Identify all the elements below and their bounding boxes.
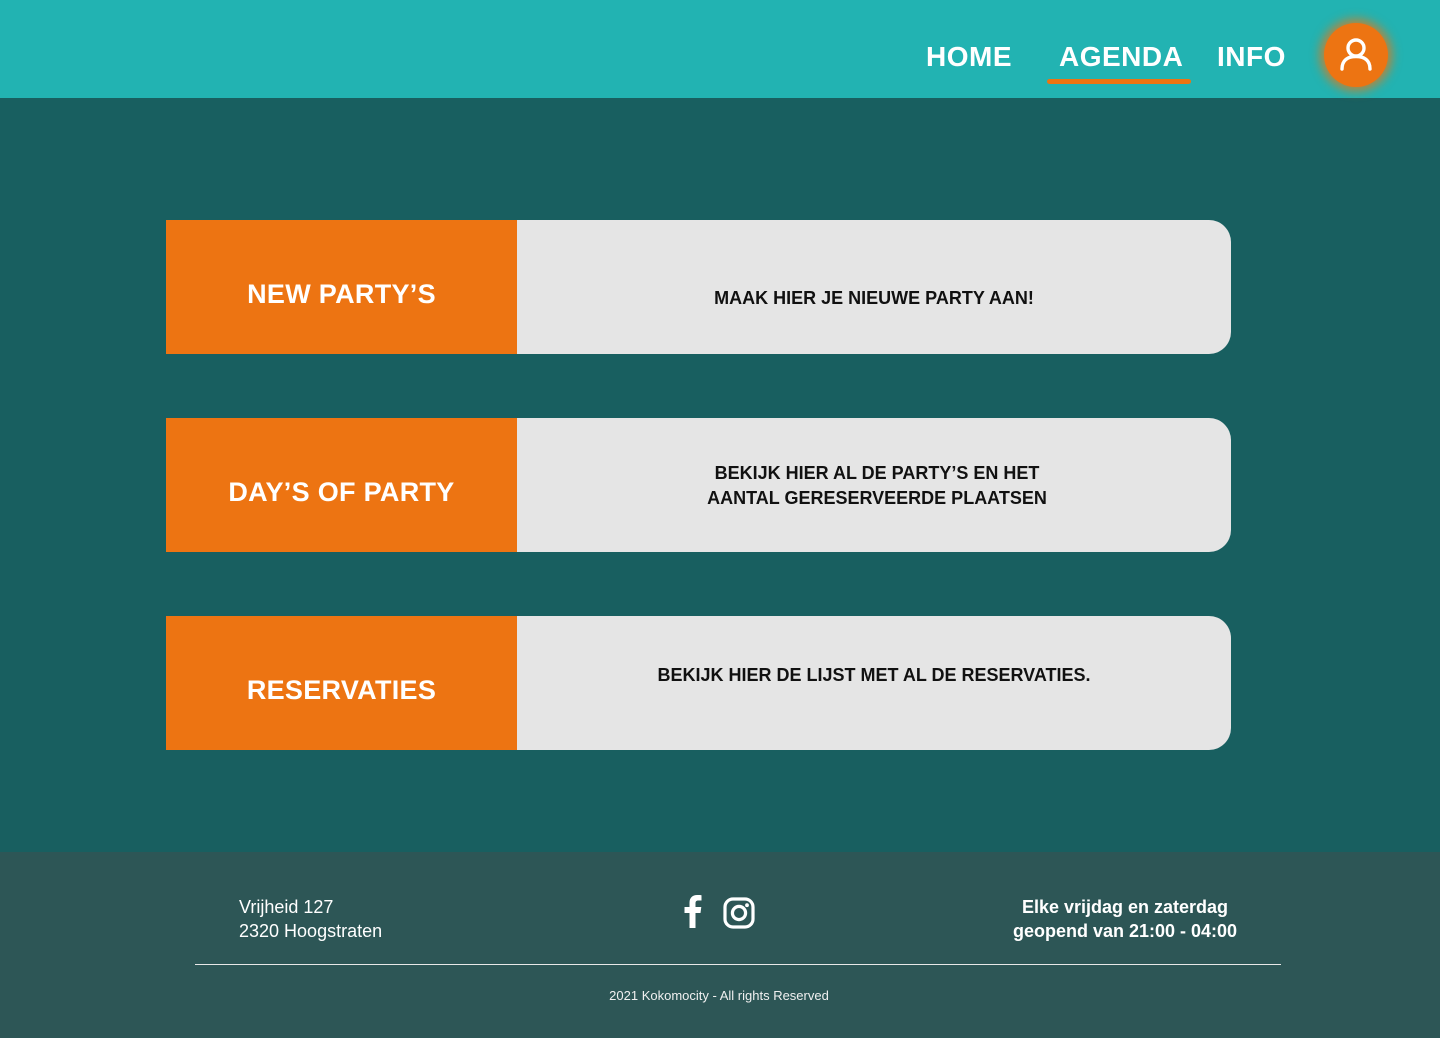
card-description: BEKIJK HIER DE LIJST MET AL DE RESERVATI… <box>657 665 1091 685</box>
card-title: RESERVATIES <box>166 616 517 750</box>
reservaties-card[interactable]: RESERVATIES BEKIJK HIER DE LIJST MET AL … <box>166 616 1231 750</box>
site-footer: Vrijheid 127 2320 Hoogstraten Elke vrijd… <box>0 852 1440 1038</box>
nav-home-link[interactable]: HOME <box>926 40 1012 74</box>
card-title: NEW PARTY’S <box>166 220 517 354</box>
user-icon <box>1340 38 1372 71</box>
footer-divider <box>195 964 1281 965</box>
instagram-icon[interactable] <box>722 896 756 935</box>
hours-times: geopend van 21:00 - 04:00 <box>1012 921 1238 941</box>
card-description-panel: BEKIJK HIER AL DE PARTY’S EN HET AANTAL … <box>517 418 1231 552</box>
card-description: MAAK HIER JE NIEUWE PARTY AAN! <box>714 288 1034 308</box>
hours-days: Elke vrijdag en zaterdag <box>1021 897 1229 917</box>
card-description: BEKIJK HIER AL DE PARTY’S EN HET AANTAL … <box>707 463 1047 508</box>
card-description-panel: BEKIJK HIER DE LIJST MET AL DE RESERVATI… <box>517 616 1231 750</box>
days-of-party-card[interactable]: DAY’S OF PARTY BEKIJK HIER AL DE PARTY’S… <box>166 418 1231 552</box>
card-title: DAY’S OF PARTY <box>166 418 517 552</box>
new-party-card[interactable]: NEW PARTY’S MAAK HIER JE NIEUWE PARTY AA… <box>166 220 1231 354</box>
nav-agenda-link[interactable]: AGENDA <box>1059 40 1183 74</box>
copyright-text: 2021 Kokomocity - All rights Reserved <box>609 988 829 1003</box>
footer-address: Vrijheid 127 2320 Hoogstraten <box>239 895 382 943</box>
address-street: Vrijheid 127 <box>239 897 334 917</box>
address-city: 2320 Hoogstraten <box>239 921 383 941</box>
facebook-icon[interactable] <box>680 894 704 933</box>
nav-info-link[interactable]: INFO <box>1217 40 1286 74</box>
user-account-button[interactable] <box>1324 23 1388 87</box>
opening-hours: Elke vrijdag en zaterdag geopend van 21:… <box>985 895 1265 943</box>
active-nav-indicator <box>1047 79 1191 84</box>
site-header: HOME AGENDA INFO <box>0 0 1440 98</box>
card-description-panel: MAAK HIER JE NIEUWE PARTY AAN! <box>517 220 1231 354</box>
